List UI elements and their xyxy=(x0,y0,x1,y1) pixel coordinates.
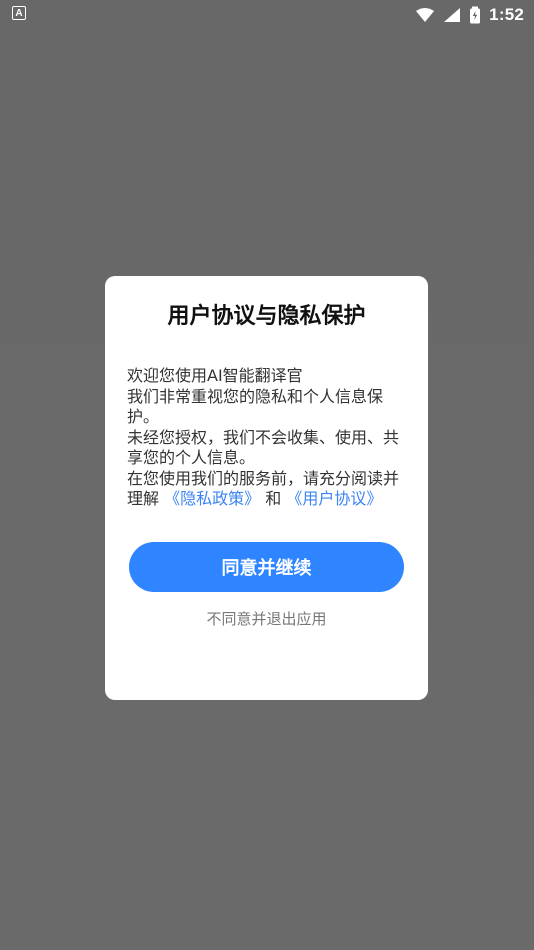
privacy-importance-text: 我们非常重视您的隐私和个人信息保护。 xyxy=(127,386,384,427)
app-badge-icon: A xyxy=(12,6,26,20)
welcome-text: 欢迎您使用AI智能翻译官 xyxy=(127,366,303,386)
battery-charging-icon xyxy=(469,6,481,24)
button-spacer xyxy=(127,510,406,542)
dialog-body: 欢迎您使用AI智能翻译官 我们非常重视您的隐私和个人信息保护。 未经您授权，我们… xyxy=(127,366,406,510)
screen: A 1:52 用户协议与隐私保护 欢迎您使用AI智能翻译官 我们非常重视您的隐私… xyxy=(0,0,534,950)
status-icons: 1:52 xyxy=(415,4,524,26)
clock: 1:52 xyxy=(489,5,524,24)
wifi-icon xyxy=(415,7,435,23)
privacy-dialog: 用户协议与隐私保护 欢迎您使用AI智能翻译官 我们非常重视您的隐私和个人信息保护… xyxy=(105,276,428,700)
user-agreement-link[interactable]: 《用户协议》 xyxy=(286,489,382,508)
dialog-title: 用户协议与隐私保护 xyxy=(167,304,366,329)
read-policy-text: 在您使用我们的服务前，请充分阅读并理解 《隐私政策》 和 《用户协议》 xyxy=(127,469,406,510)
agree-continue-button[interactable]: 同意并继续 xyxy=(129,541,404,592)
signal-icon xyxy=(443,7,461,23)
disagree-exit-link[interactable]: 不同意并退出应用 xyxy=(127,608,406,629)
consent-text: 未经您授权，我们不会收集、使用、共享您的个人信息。 xyxy=(127,427,400,468)
status-bar: A 1:52 xyxy=(0,0,534,30)
and-text: 和 xyxy=(265,489,287,509)
privacy-policy-link[interactable]: 《隐私政策》 xyxy=(164,489,260,508)
